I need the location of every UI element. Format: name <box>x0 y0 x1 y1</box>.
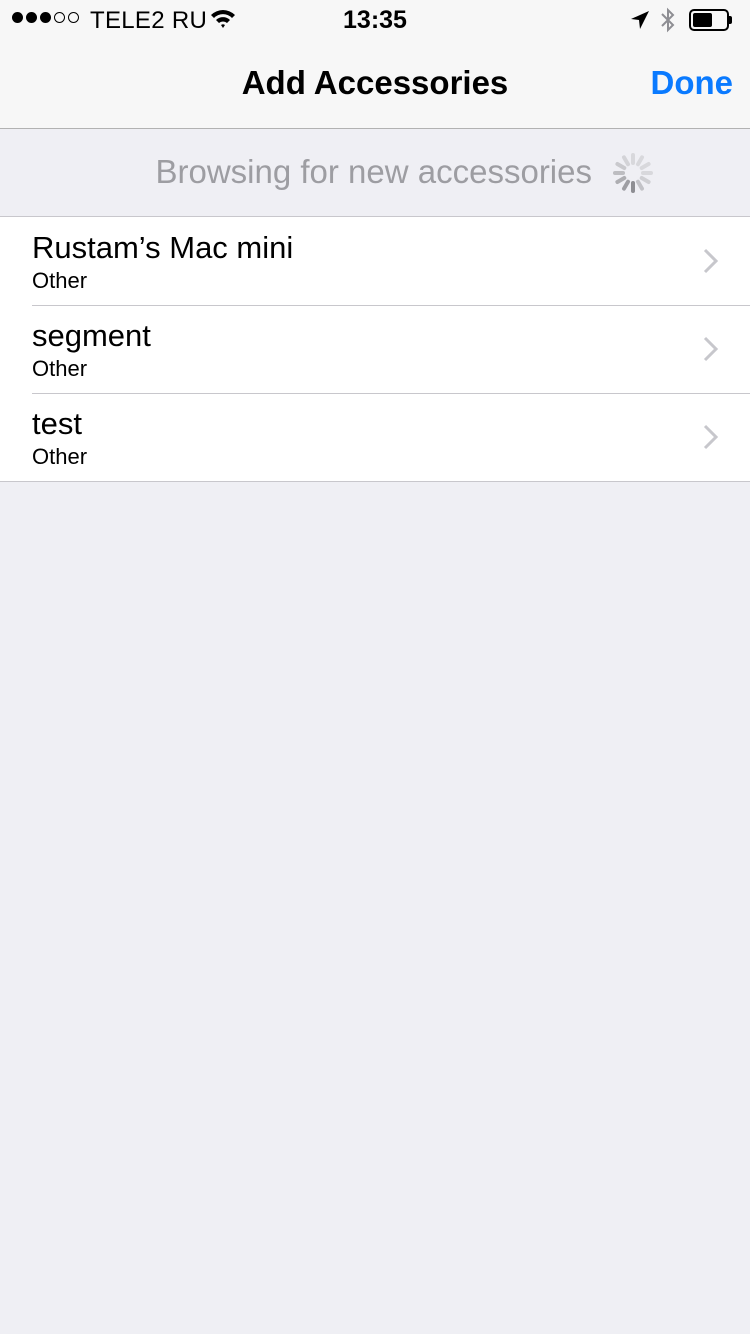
location-arrow-icon <box>630 10 650 35</box>
accessory-category: Other <box>32 268 88 293</box>
bluetooth-icon <box>659 7 677 38</box>
accessory-name: test <box>32 406 82 441</box>
done-button[interactable]: Done <box>651 64 734 102</box>
page-title: Add Accessories <box>241 64 509 101</box>
navigation-bar: Add Accessories Done <box>0 40 750 129</box>
list-item[interactable]: Rustam’s Mac mini Other <box>0 217 750 305</box>
accessory-name: segment <box>32 318 151 353</box>
accessory-category: Other <box>32 444 88 469</box>
chevron-right-icon <box>703 424 719 455</box>
browsing-label: Browsing for new accessories <box>155 153 592 190</box>
chevron-right-icon <box>703 336 719 367</box>
list-item[interactable]: segment Other <box>0 305 750 393</box>
activity-spinner-icon <box>612 152 654 199</box>
accessories-list: Rustam’s Mac mini Other segment Other te… <box>0 216 750 482</box>
list-item[interactable]: test Other <box>0 393 750 481</box>
accessory-category: Other <box>32 356 88 381</box>
battery-icon <box>689 9 733 31</box>
status-bar: TELE2 RU 13:35 <box>0 0 750 40</box>
chevron-right-icon <box>703 248 719 279</box>
accessory-name: Rustam’s Mac mini <box>32 230 294 265</box>
